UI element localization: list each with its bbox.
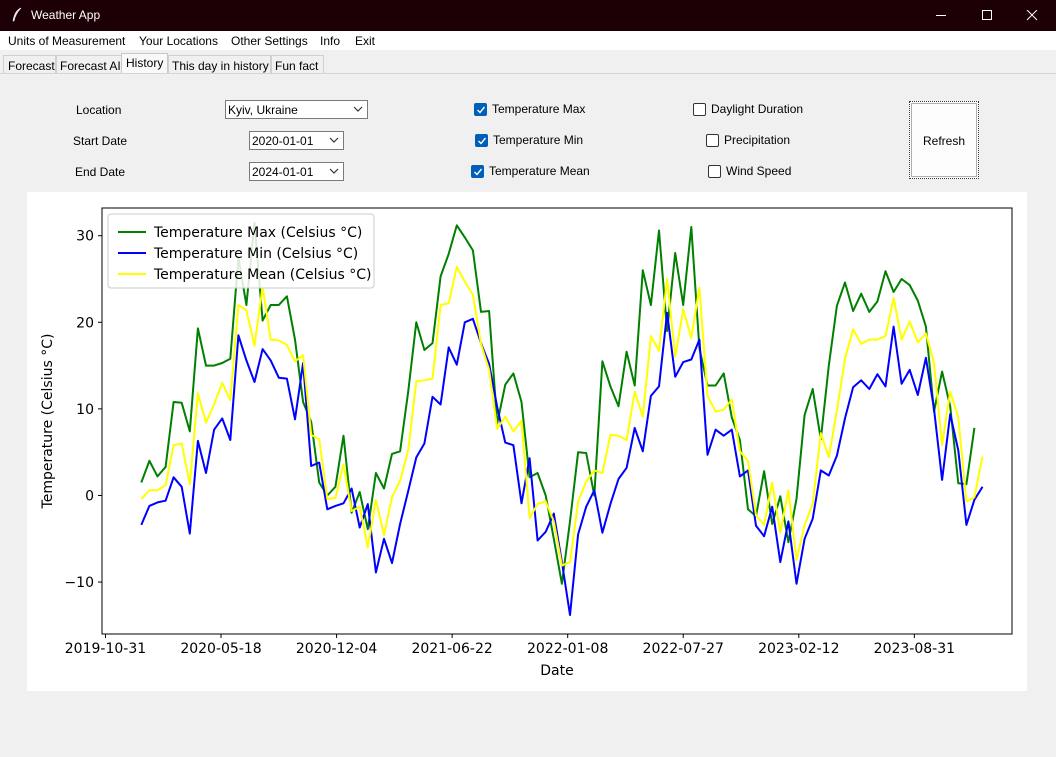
window-title: Weather App [31,8,101,22]
tab-fun-fact[interactable]: Fun fact [271,55,324,73]
minimize-button[interactable] [918,0,964,31]
menu-bar: Units of Measurement Your Locations Othe… [0,31,1056,50]
y-tick-label: 20 [76,315,94,331]
x-tick-label: 2019-10-31 [65,641,146,657]
tab-forecast-ai[interactable]: Forecast AI [56,55,122,73]
checkbox-label: Daylight Duration [711,102,804,116]
maximize-icon [982,10,992,20]
location-select[interactable]: Kyiv, Ukraine [225,100,368,119]
menu-units[interactable]: Units of Measurement [8,34,125,48]
feather-icon [12,7,22,22]
checkbox-checked-icon [471,165,484,178]
temperature-chart: 2019-10-31 2020-05-18 2020-12-04 2021-06-22… [40,207,1013,679]
x-tick-label: 2023-08-31 [874,641,955,657]
y-tick-label: 10 [76,402,94,418]
tab-this-day-in-history[interactable]: This day in history [168,55,271,73]
close-button[interactable] [1009,0,1055,31]
checkbox-unchecked-icon [708,165,721,178]
menu-exit[interactable]: Exit [355,34,375,48]
menu-your-locations[interactable]: Your Locations [139,34,218,48]
chevron-down-icon [329,168,339,174]
x-tick-label: 2020-05-18 [180,641,261,657]
x-tick-label: 2023-02-12 [758,641,839,657]
chevron-down-icon [353,106,363,112]
refresh-button[interactable]: Refresh [909,101,979,179]
checkbox-label: Wind Speed [726,164,792,178]
start-date-label: Start Date [73,134,128,148]
legend-label-2: Temperature Min (Celsius °C) [153,246,358,262]
end-date-select[interactable]: 2024-01-01 [249,162,344,181]
tab-forecast[interactable]: Forecast [3,55,56,73]
y-tick-label: −10 [64,575,94,591]
menu-other-settings[interactable]: Other Settings [231,34,308,48]
x-tick-label: 2022-01-08 [527,641,608,657]
y-axis-label: Temperature (Celsius °C) [40,334,56,510]
legend-label-3: Temperature Mean (Celsius °C) [153,267,372,283]
tab-content-border [0,73,1056,74]
checkbox-label: Temperature Max [492,102,586,116]
checkbox-checked-icon [475,134,488,147]
tab-bar: Forecast Forecast AI History This day in… [0,53,1056,74]
checkbox-label: Precipitation [724,133,791,147]
start-date-select[interactable]: 2020-01-01 [249,131,344,150]
checkbox-label: Temperature Mean [489,164,590,178]
checkbox-checked-icon [474,103,487,116]
y-tick-label: 30 [76,229,94,245]
x-tick-label: 2020-12-04 [296,641,377,657]
x-axis-label: Date [540,663,573,679]
tab-history[interactable]: History [121,53,168,74]
checkbox-unchecked-icon [706,134,719,147]
checkbox-label: Temperature Min [493,133,584,147]
end-date-label: End Date [75,165,126,179]
legend-label-1: Temperature Max (Celsius °C) [153,225,362,241]
x-tick-label: 2022-07-27 [643,641,724,657]
end-date-value: 2024-01-01 [252,165,314,179]
y-tick-label: 0 [85,488,94,504]
chevron-down-icon [329,137,339,143]
minimize-icon [936,15,946,16]
maximize-button[interactable] [964,0,1010,31]
checkbox-unchecked-icon [693,103,706,116]
location-value: Kyiv, Ukraine [228,103,298,117]
refresh-label: Refresh [922,134,966,148]
location-label: Location [76,103,122,117]
close-icon [1026,10,1038,21]
menu-info[interactable]: Info [320,34,340,48]
chart-panel: 2019-10-31 2020-05-18 2020-12-04 2021-06-22… [27,192,1027,691]
title-bar[interactable]: Weather App [0,0,1056,31]
x-tick-label: 2021-06-22 [411,641,492,657]
start-date-value: 2020-01-01 [252,134,314,148]
